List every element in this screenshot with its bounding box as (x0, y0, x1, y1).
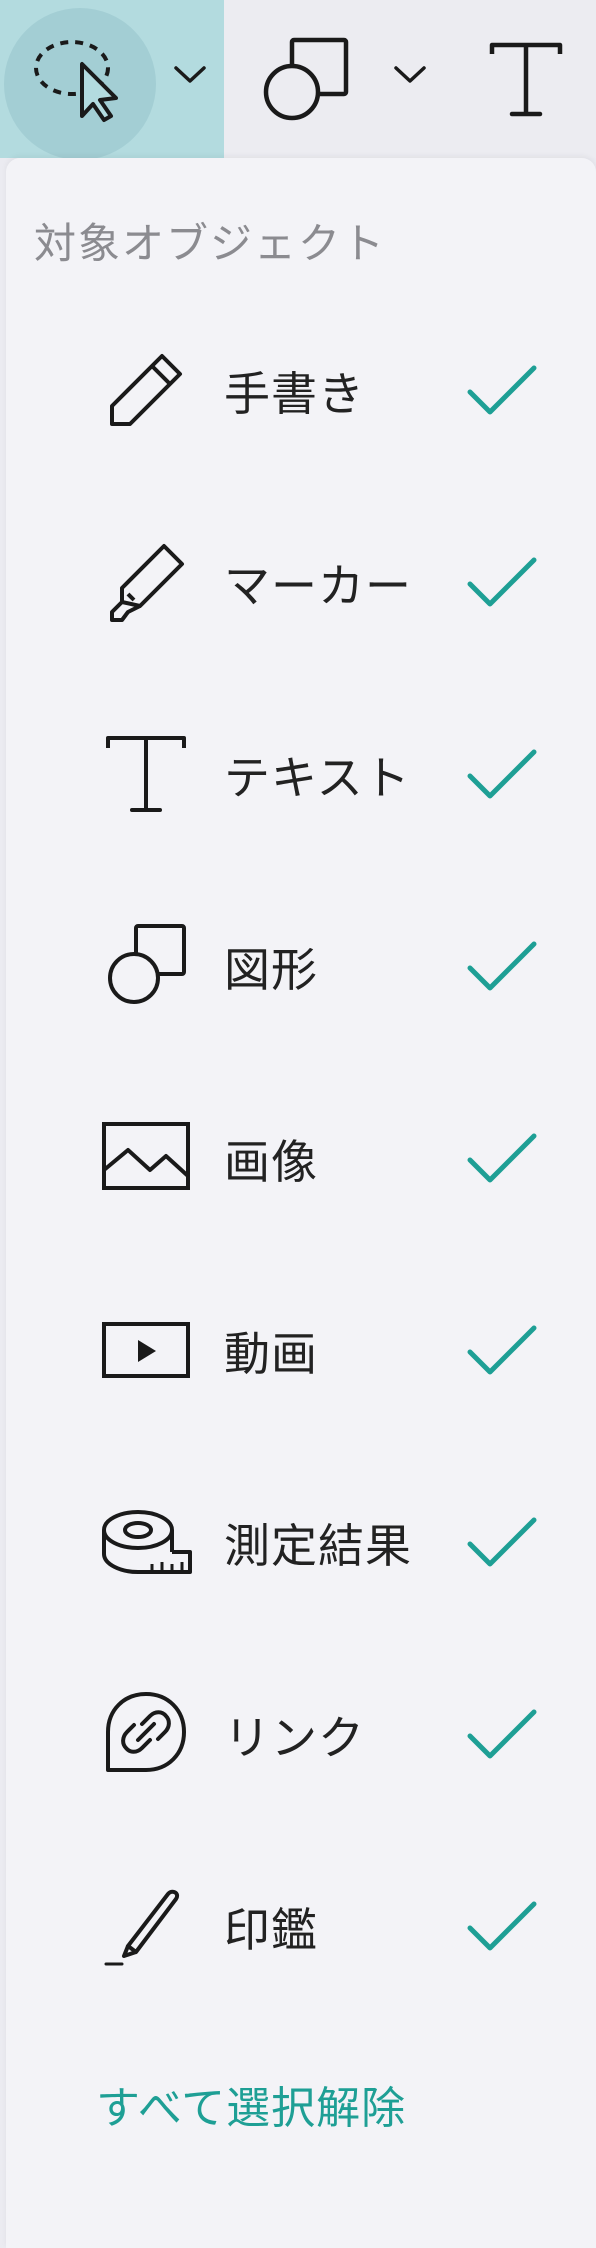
filter-item-label: テキスト (224, 751, 411, 805)
filter-item-shape[interactable]: 図形 (6, 894, 596, 1034)
filter-item-measurement[interactable]: 測定結果 (6, 1470, 596, 1610)
filter-item-label: 動画 (224, 1327, 318, 1381)
filter-item-handwriting[interactable]: 手書き (6, 318, 596, 458)
filter-item-text[interactable]: テキスト (6, 702, 596, 842)
lasso-select-tool-button[interactable] (0, 0, 224, 160)
stamp-pen-icon (104, 1889, 179, 1966)
filter-item-video[interactable]: 動画 (6, 1278, 596, 1418)
check-icon (467, 557, 537, 607)
check-icon (467, 749, 537, 799)
check-icon (467, 1901, 537, 1951)
text-icon (489, 42, 563, 117)
filter-item-marker[interactable]: マーカー (6, 510, 596, 650)
text-icon (106, 736, 186, 812)
shape-tool-button[interactable] (250, 0, 440, 158)
check-icon (467, 1709, 537, 1759)
deselect-all-button[interactable]: すべて選択解除 (96, 2072, 406, 2136)
toolbar (0, 0, 596, 160)
tape-measure-icon (102, 1510, 192, 1574)
link-icon (106, 1692, 186, 1772)
marker-icon (110, 544, 184, 622)
check-icon (467, 365, 537, 415)
check-icon (467, 1517, 537, 1567)
object-filter-panel: 対象オブジェクト 手書き マーカー テキスト 図形 画像 動画 測定結果 リンク… (6, 158, 596, 2248)
filter-item-image[interactable]: 画像 (6, 1086, 596, 1226)
check-icon (467, 1133, 537, 1183)
filter-item-label: マーカー (224, 559, 412, 613)
text-tool-button[interactable] (470, 0, 596, 158)
video-icon (102, 1322, 190, 1378)
shape-icon (108, 924, 186, 1004)
chevron-down-icon[interactable] (392, 62, 428, 86)
filter-item-label: 画像 (224, 1135, 318, 1189)
check-icon (467, 941, 537, 991)
filter-item-label: 印鑑 (224, 1903, 318, 1957)
filter-item-label: 図形 (224, 943, 318, 997)
filter-item-label: 測定結果 (224, 1519, 412, 1573)
selection-filter-screen: 対象オブジェクト 手書き マーカー テキスト 図形 画像 動画 測定結果 リンク… (0, 0, 596, 2248)
filter-item-stamp[interactable]: 印鑑 (6, 1854, 596, 1994)
filter-item-link[interactable]: リンク (6, 1662, 596, 1802)
pencil-icon (110, 354, 182, 426)
chevron-down-icon[interactable] (172, 62, 208, 86)
shape-icon (263, 37, 349, 121)
lasso-select-icon (34, 40, 118, 122)
filter-item-label: 手書き (224, 367, 365, 421)
panel-title: 対象オブジェクト (34, 219, 387, 268)
image-icon (102, 1122, 190, 1190)
check-icon (467, 1325, 537, 1375)
filter-item-label: リンク (224, 1711, 365, 1765)
